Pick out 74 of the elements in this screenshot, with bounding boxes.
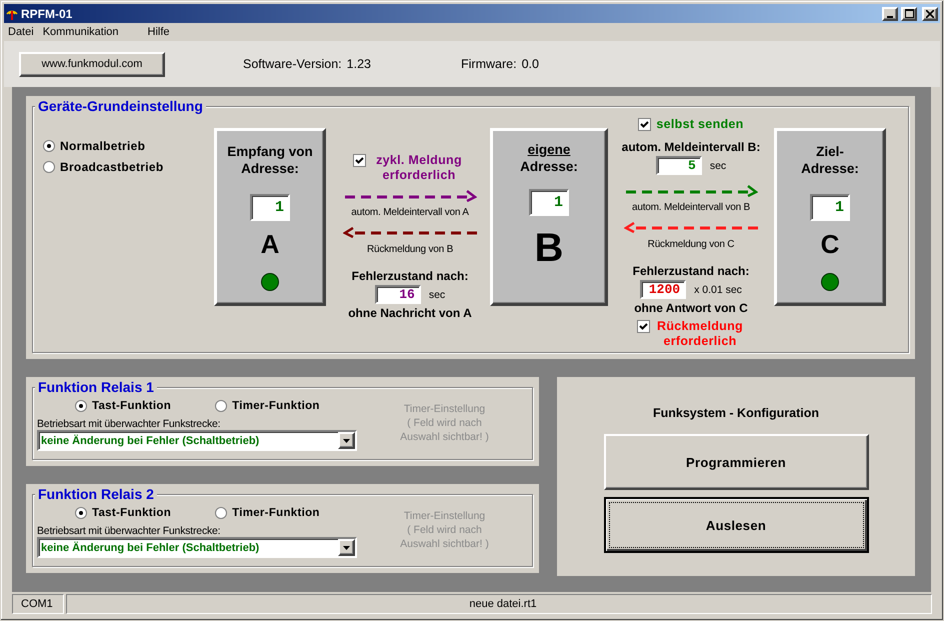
radio-label: Broadcastbetrieb bbox=[60, 160, 164, 174]
radio-label: Timer-Funktion bbox=[232, 507, 320, 519]
arrow-label: autom. Meldeintervall von B bbox=[632, 202, 750, 213]
radio-button[interactable] bbox=[43, 140, 55, 152]
radio-button[interactable] bbox=[75, 400, 87, 412]
window-title: RPFM-01 bbox=[21, 6, 74, 20]
checkbox[interactable] bbox=[353, 154, 366, 167]
antenna-icon bbox=[6, 8, 18, 20]
node-letter: C bbox=[820, 231, 840, 257]
status-field: neue datei.rt1 bbox=[66, 594, 932, 614]
mode-select[interactable]: keine Änderung bei Fehler (Schaltbetrieb) bbox=[37, 430, 357, 451]
unit-label: sec bbox=[428, 288, 446, 300]
timeout-label: Fehlerzustand nach: bbox=[352, 269, 468, 283]
dropdown-arrow-icon bbox=[343, 546, 350, 550]
node-letter: A bbox=[260, 231, 280, 257]
timeout-field[interactable]: 16 bbox=[374, 285, 421, 304]
configuration-title: Funksystem - Konfiguration bbox=[653, 406, 819, 420]
radio-button[interactable] bbox=[43, 161, 55, 173]
firmware-label: Firmware: bbox=[461, 57, 517, 71]
address-field[interactable]: 1 bbox=[529, 189, 569, 216]
checkbox[interactable] bbox=[637, 320, 650, 333]
dropdown-arrow-icon bbox=[343, 438, 350, 442]
timer-hint: Timer-Einstellung ( Feld wird nach Auswahl sichtbar! ) bbox=[399, 402, 490, 444]
radio-label: Tast-Funktion bbox=[92, 507, 172, 519]
radio-button[interactable] bbox=[75, 507, 87, 519]
software-version-label: Software-Version: bbox=[243, 57, 342, 71]
close-icon bbox=[926, 10, 934, 18]
menu-item[interactable]: Datei bbox=[8, 26, 34, 38]
timeout-note: ohne Antwort von C bbox=[634, 301, 748, 315]
timeout-note: ohne Nachricht von A bbox=[348, 306, 472, 320]
minimize-button[interactable] bbox=[882, 6, 898, 20]
menu-item[interactable]: Kommunikation bbox=[42, 26, 119, 38]
mode-select[interactable]: keine Änderung bei Fehler (Schaltbetrieb) bbox=[37, 537, 357, 558]
select-label: Betriebsart mit überwachter Funkstrecke: bbox=[37, 418, 222, 430]
firmware-value: 0.0 bbox=[522, 57, 539, 71]
checkbox-label: selbst senden bbox=[656, 117, 744, 131]
timer-hint: Timer-Einstellung ( Feld wird nach Auswahl sichtbar! ) bbox=[399, 509, 490, 551]
status-field: COM1 bbox=[12, 594, 64, 614]
unit-label: x 0.01 sec bbox=[694, 284, 742, 296]
minimize-icon bbox=[887, 16, 893, 18]
unit-label: sec bbox=[710, 160, 726, 172]
address-title: eigene Adresse: bbox=[520, 141, 578, 175]
address-field[interactable]: 1 bbox=[810, 194, 850, 221]
close-button[interactable] bbox=[922, 6, 938, 20]
address-field[interactable]: 1 bbox=[250, 194, 290, 221]
interval-label: autom. Meldeintervall B: bbox=[622, 140, 760, 154]
radio-label: Timer-Funktion bbox=[232, 400, 320, 412]
checkbox-label: Rückmeldung erforderlich bbox=[656, 319, 744, 349]
software-version-value: 1.23 bbox=[346, 57, 372, 71]
panel-title: Funktion Relais 1 bbox=[35, 379, 157, 395]
select-label: Betriebsart mit überwachter Funkstrecke: bbox=[37, 525, 222, 537]
node-letter: B bbox=[534, 228, 564, 268]
checkbox[interactable] bbox=[638, 118, 652, 131]
arrow-label: Rückmeldung von C bbox=[648, 239, 734, 250]
website-button[interactable]: www.funkmodul.com bbox=[19, 52, 165, 76]
arrow-label: Rückmeldung von B bbox=[366, 244, 454, 255]
checkbox-label: zykl. Meldung erforderlich bbox=[375, 153, 463, 183]
arrow-label: autom. Meldeintervall von A bbox=[351, 207, 469, 218]
panel-title: Geräte-Grundeinstellung bbox=[35, 98, 206, 114]
address-title: Ziel- Adresse: bbox=[801, 143, 859, 177]
panel-title: Funktion Relais 2 bbox=[35, 486, 157, 502]
radio-button[interactable] bbox=[215, 507, 228, 519]
maximize-icon bbox=[904, 9, 914, 18]
menu-item[interactable]: Hilfe bbox=[148, 26, 170, 38]
timeout-field[interactable]: 1200 bbox=[640, 280, 686, 299]
interval-field[interactable]: 5 bbox=[656, 156, 702, 175]
action-button[interactable]: Auslesen bbox=[604, 497, 868, 553]
radio-label: Normalbetrieb bbox=[60, 139, 146, 153]
action-button[interactable]: Programmieren bbox=[604, 434, 868, 490]
maximize-button[interactable] bbox=[901, 6, 917, 20]
radio-label: Tast-Funktion bbox=[92, 400, 172, 412]
timeout-label: Fehlerzustand nach: bbox=[632, 264, 750, 278]
radio-button[interactable] bbox=[215, 400, 228, 412]
address-title: Empfang von Adresse: bbox=[227, 143, 313, 177]
